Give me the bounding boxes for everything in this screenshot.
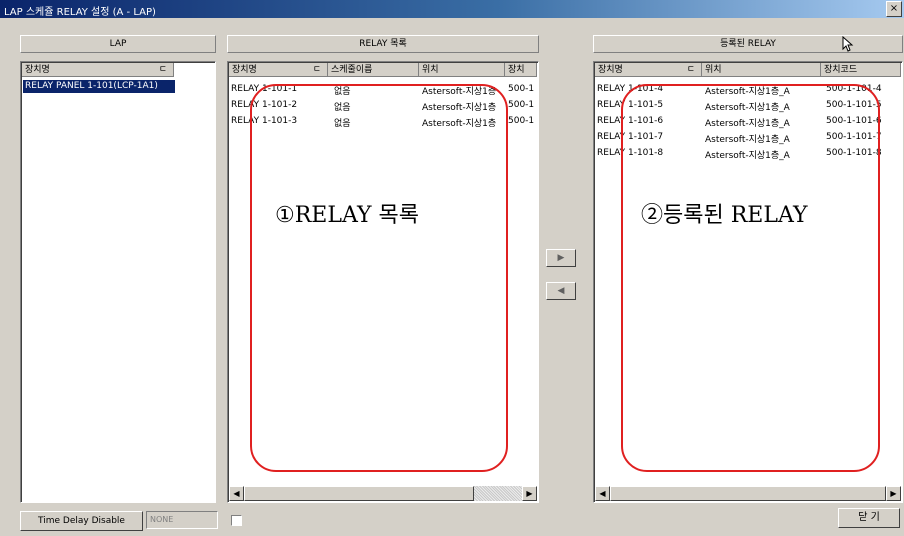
horizontal-scrollbar[interactable]: ◀ ▶ — [595, 486, 901, 501]
lap-list[interactable]: 장치명 ㄷ RELAY PANEL 1-101(LCP-1A1) — [20, 61, 216, 503]
scroll-right-icon[interactable]: ▶ — [886, 486, 901, 501]
relay-col-location[interactable]: 위치 — [419, 63, 505, 77]
relay-col-name[interactable]: 장치명 ㄷ — [229, 63, 328, 77]
relay-cell-code: 500-1 — [508, 116, 535, 126]
registered-col-code[interactable]: 장치코드 — [821, 63, 901, 77]
horizontal-scrollbar[interactable]: ◀ ▶ — [229, 486, 537, 501]
relay-cell-code: 500-1 — [508, 100, 535, 110]
relay-col-name-label: 장치명 — [232, 65, 257, 75]
sort-icon[interactable]: ㄷ — [159, 63, 167, 77]
sort-icon[interactable]: ㄷ — [687, 63, 695, 77]
registered-col-location[interactable]: 위치 — [702, 63, 821, 77]
close-icon[interactable]: × — [886, 1, 902, 17]
scroll-right-icon[interactable]: ▶ — [522, 486, 537, 501]
move-left-button[interactable]: ◀ — [546, 282, 576, 300]
lap-col-name[interactable]: 장치명 ㄷ — [22, 63, 174, 77]
window-title: LAP 스케쥴 RELAY 설정 (A - LAP) — [4, 7, 156, 18]
mouse-cursor-icon — [842, 35, 854, 55]
relay-list-header: RELAY 목록 — [227, 35, 539, 53]
annotation-registered: ②등록된 RELAY — [641, 203, 808, 228]
lap-col-name-label: 장치명 — [25, 65, 50, 75]
scrollbar-track[interactable] — [474, 486, 522, 501]
time-delay-field[interactable]: NONE — [146, 511, 218, 529]
relay-col-schedule[interactable]: 스케줄이름 — [328, 63, 419, 77]
title-bar: LAP 스케쥴 RELAY 설정 (A - LAP) × — [0, 0, 904, 18]
annotation-relay-list: ①RELAY 목록 — [275, 203, 419, 228]
lap-header: LAP — [20, 35, 216, 53]
time-delay-checkbox[interactable] — [231, 515, 242, 526]
lap-row[interactable]: RELAY PANEL 1-101(LCP-1A1) — [23, 80, 175, 93]
registered-col-name[interactable]: 장치명 ㄷ — [595, 63, 702, 77]
scroll-left-icon[interactable]: ◀ — [229, 486, 244, 501]
registered-col-name-label: 장치명 — [598, 65, 623, 75]
sort-icon[interactable]: ㄷ — [313, 63, 321, 77]
relay-col-code[interactable]: 장치 — [505, 63, 537, 77]
time-delay-disable-label: Time Delay Disable — [20, 511, 143, 531]
close-button[interactable]: 닫 기 — [838, 508, 900, 528]
annotation-box-registered — [621, 84, 880, 472]
scrollbar-thumb[interactable] — [610, 486, 886, 501]
scrollbar-thumb[interactable] — [244, 486, 474, 501]
annotation-box-relay-list — [250, 84, 508, 472]
move-right-button[interactable]: ▶ — [546, 249, 576, 267]
scroll-left-icon[interactable]: ◀ — [595, 486, 610, 501]
registered-header: 등록된 RELAY — [593, 35, 903, 53]
relay-cell-code: 500-1 — [508, 84, 535, 94]
